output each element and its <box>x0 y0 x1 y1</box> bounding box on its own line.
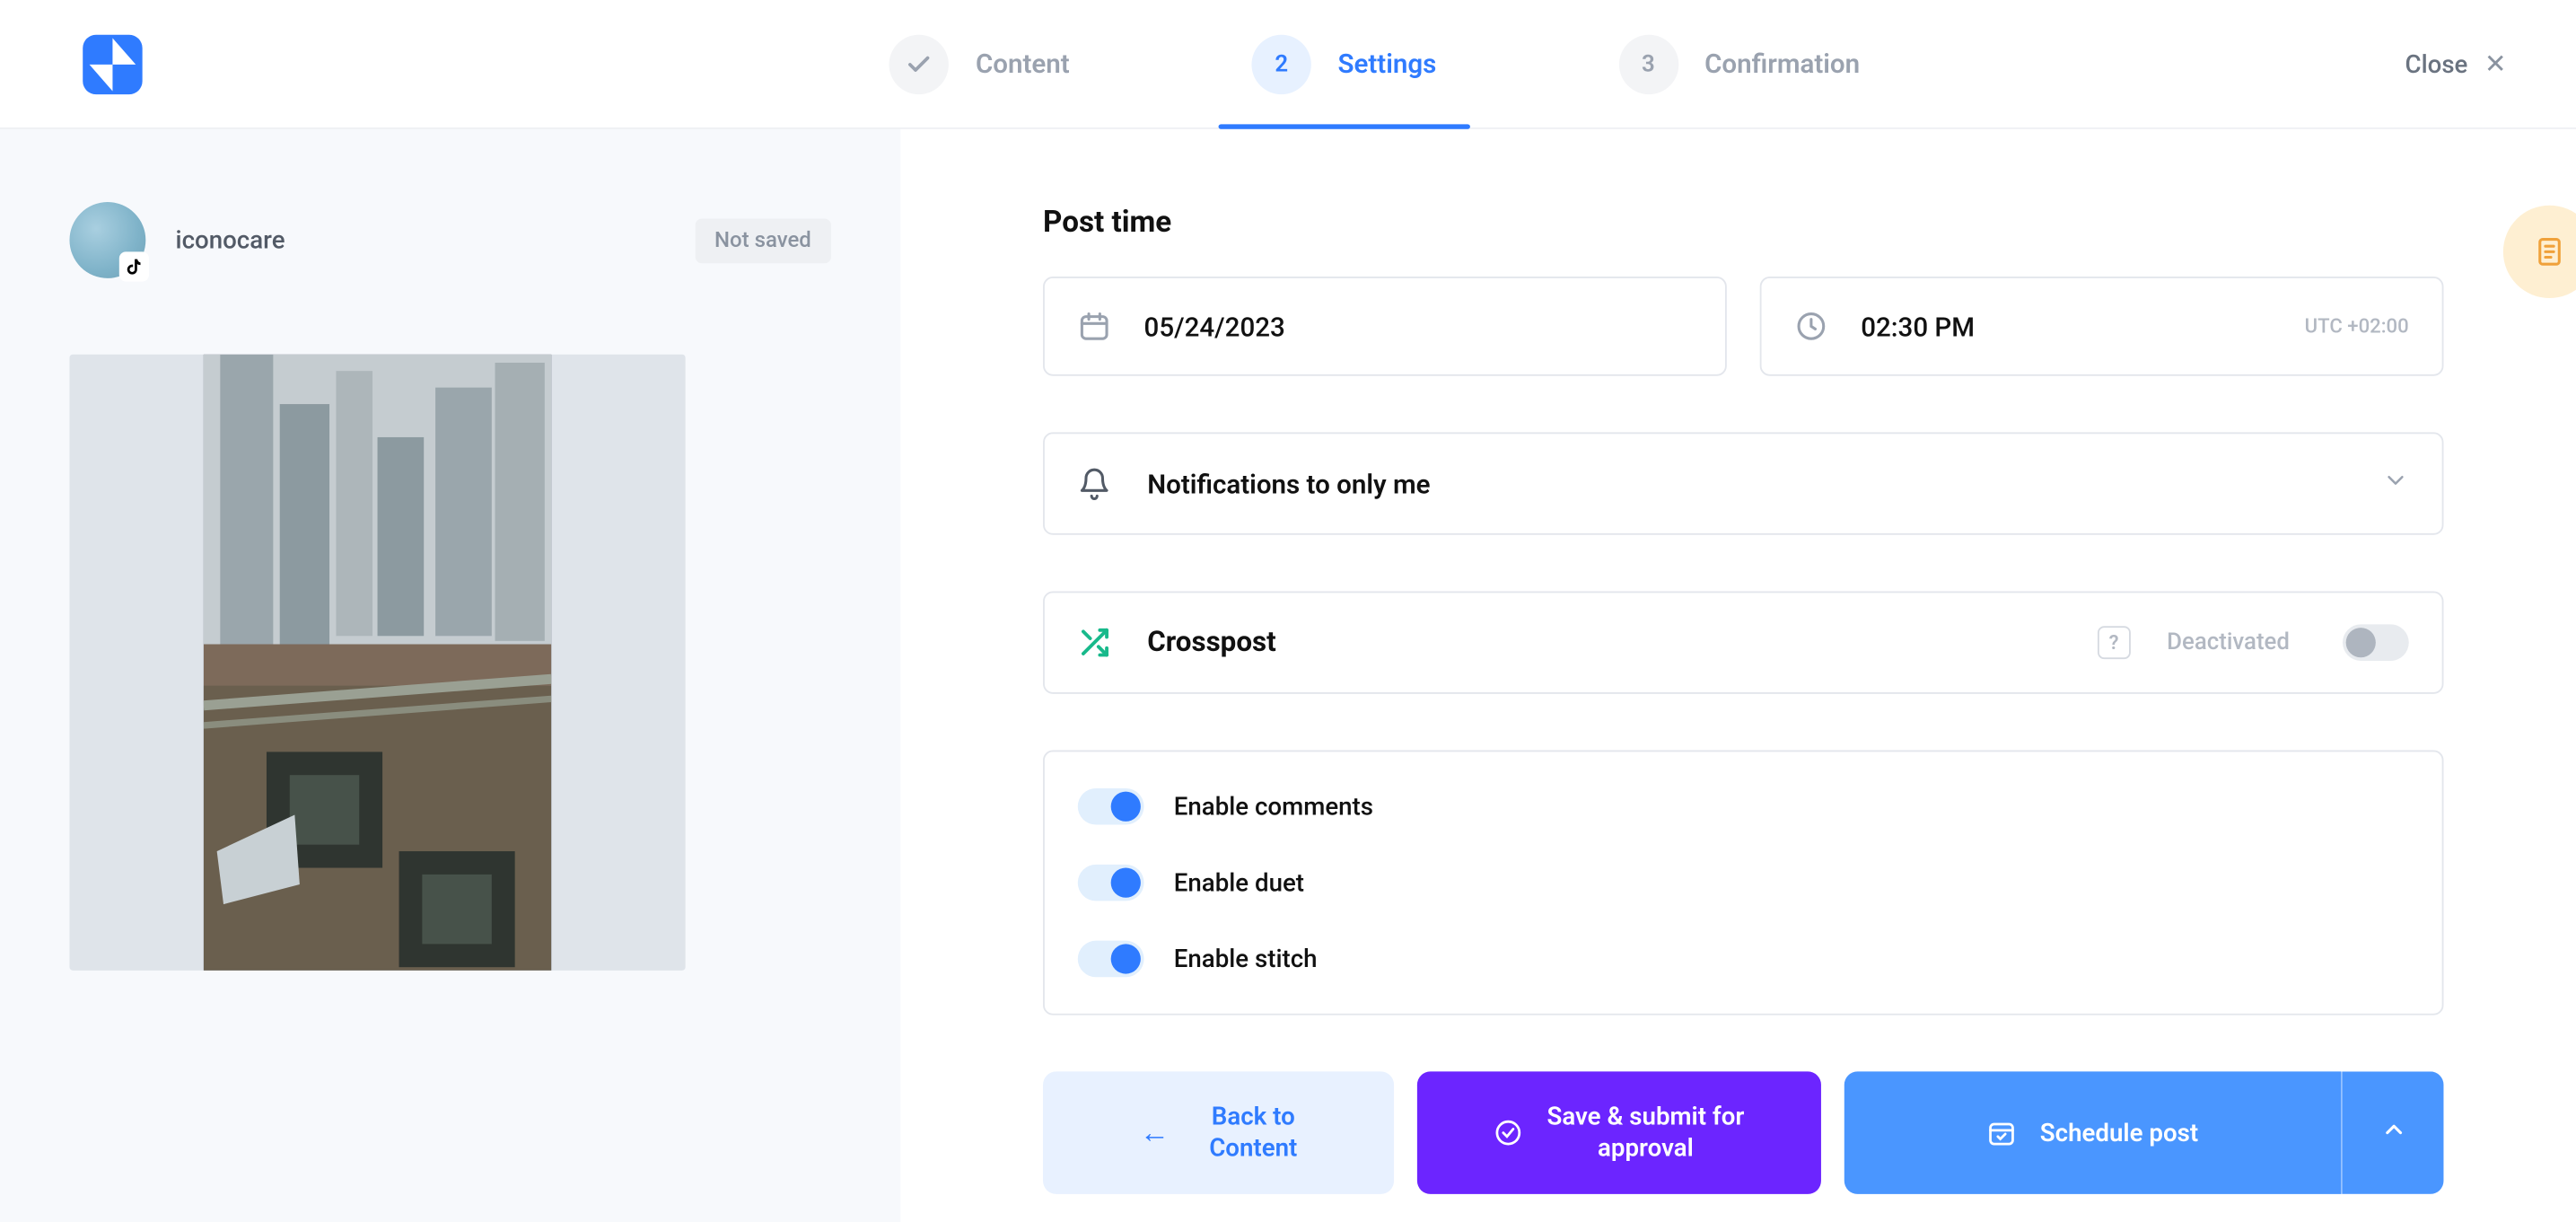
step-label: Content <box>976 48 1070 79</box>
notifications-label: Notifications to only me <box>1147 468 2345 499</box>
tiktok-options-card: Enable comments Enable duet Enable stitc… <box>1043 751 2443 1015</box>
calendar-check-icon <box>1987 1118 2017 1147</box>
notifications-dropdown[interactable]: Notifications to only me <box>1078 434 2409 533</box>
username: iconocare <box>176 225 285 255</box>
wizard-steps: Content 2 Settings 3 Confirmation <box>345 34 2405 93</box>
check-icon <box>889 34 949 93</box>
status-badge: Not saved <box>695 218 831 263</box>
step-settings[interactable]: 2 Settings <box>1252 34 1437 93</box>
date-value: 05/24/2023 <box>1144 311 1693 342</box>
tiktok-icon <box>119 251 149 281</box>
app-logo <box>80 31 146 97</box>
notifications-card: Notifications to only me <box>1043 432 2443 534</box>
media-thumbnail[interactable] <box>69 355 685 971</box>
preview-panel: iconocare Not saved <box>0 129 900 1222</box>
save-submit-button[interactable]: Save & submit forapproval <box>1417 1071 1821 1193</box>
arrow-left-icon: ← <box>1140 1115 1170 1150</box>
step-label: Settings <box>1337 48 1436 79</box>
timezone-label: UTC +02:00 <box>2305 314 2409 338</box>
enable-comments-label: Enable comments <box>1174 792 1373 822</box>
time-value: 02:30 PM <box>1861 311 2272 342</box>
step-number: 2 <box>1252 34 1311 93</box>
post-time-title: Post time <box>1043 206 2443 241</box>
settings-panel: Post time 05/24/2023 02:30 PM UTC +02:00 <box>900 129 2576 1222</box>
crosspost-card: Crosspost ? Deactivated <box>1043 591 2443 693</box>
close-button[interactable]: Close ✕ <box>2405 48 2507 79</box>
step-label: Confirmation <box>1704 48 1860 79</box>
crosspost-label: Crosspost <box>1147 626 2061 659</box>
account-info: iconocare <box>69 202 285 278</box>
enable-stitch-toggle[interactable] <box>1078 941 1144 978</box>
enable-comments-toggle[interactable] <box>1078 788 1144 825</box>
header: Content 2 Settings 3 Confirmation Close … <box>0 0 2576 129</box>
step-confirmation[interactable]: 3 Confirmation <box>1618 34 1860 93</box>
help-icon[interactable]: ? <box>2098 626 2131 659</box>
step-content[interactable]: Content <box>889 34 1070 93</box>
crosspost-state: Deactivated <box>2167 629 2290 656</box>
time-input[interactable]: 02:30 PM UTC +02:00 <box>1760 277 2444 376</box>
schedule-options-button[interactable] <box>2341 1071 2443 1193</box>
chevron-down-icon <box>2382 467 2409 500</box>
approval-icon <box>1494 1118 1523 1147</box>
enable-duet-label: Enable duet <box>1174 868 1304 898</box>
chevron-up-icon <box>2379 1116 2406 1149</box>
bell-icon <box>1078 467 1111 500</box>
enable-stitch-label: Enable stitch <box>1174 944 1318 973</box>
step-number: 3 <box>1618 34 1678 93</box>
back-button[interactable]: ← Back toContent <box>1043 1071 1394 1193</box>
clock-icon <box>1794 310 1827 343</box>
crosspost-toggle[interactable] <box>2343 624 2409 661</box>
calendar-icon <box>1078 310 1111 343</box>
shuffle-icon <box>1078 624 1111 661</box>
notes-button[interactable] <box>2503 206 2576 298</box>
schedule-post-button[interactable]: Schedule post <box>1844 1071 2341 1193</box>
close-icon: ✕ <box>2484 48 2507 79</box>
date-input[interactable]: 05/24/2023 <box>1043 277 1727 376</box>
schedule-label: Schedule post <box>2040 1118 2198 1147</box>
close-label: Close <box>2405 48 2468 78</box>
enable-duet-toggle[interactable] <box>1078 865 1144 901</box>
